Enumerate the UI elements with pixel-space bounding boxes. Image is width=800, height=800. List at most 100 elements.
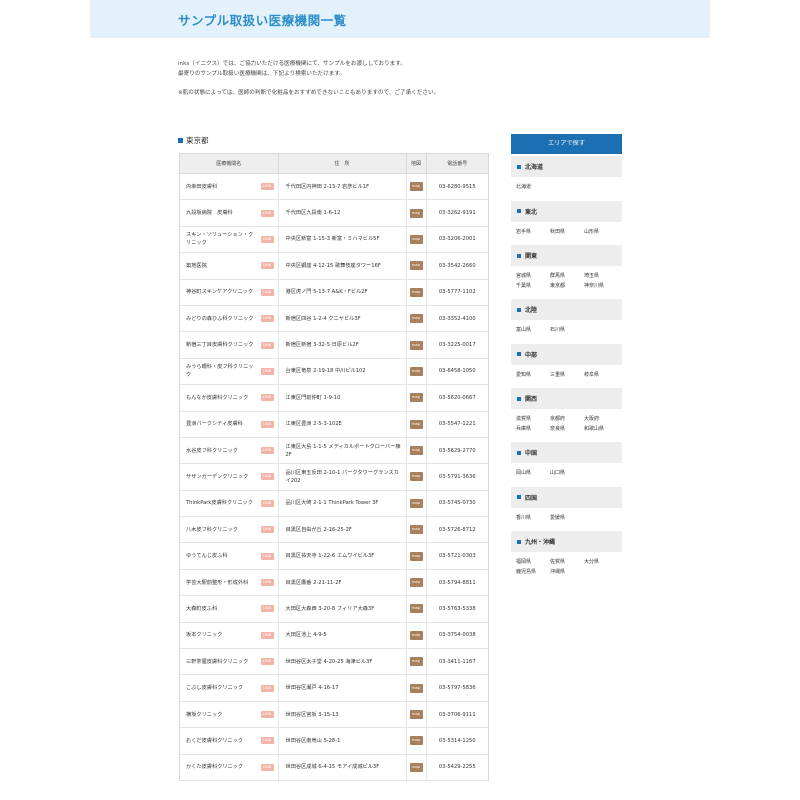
link-button[interactable]: LINK <box>260 394 274 402</box>
map-button[interactable]: map <box>409 736 423 746</box>
map-button[interactable]: map <box>409 366 423 376</box>
link-button[interactable]: LINK <box>260 288 274 296</box>
clinic-name-cell: 豊洲パークシティ皮膚科 LINK <box>180 411 278 438</box>
table-row: 新宿三丁目皮膚科クリニック LINK 新宿区新宿 3-32-5 日原ビル2F map 0… <box>180 331 488 359</box>
link-button[interactable]: LINK <box>260 367 274 375</box>
square-bullet-icon <box>517 164 521 169</box>
link-button[interactable]: LINK <box>260 658 274 666</box>
link-button[interactable]: LINK <box>260 711 274 718</box>
prefecture-link[interactable]: 神奈川県 <box>584 282 618 292</box>
prefecture-link[interactable]: 石川県 <box>550 326 584 336</box>
prefecture-link[interactable]: 佐賀県 <box>550 558 584 568</box>
table-row: スキン・ソリューション・クリニック LINK 中央区新富 1-15-3 新富・ミハマ… <box>180 226 488 254</box>
area-panel: エリアで探す 北海道 北海道 東北 岩手県 秋田県 山形県 関東 宮城県 群馬県 埼玉県 千葉県 東京… <box>511 134 622 583</box>
prefecture-link[interactable]: 群馬県 <box>550 272 584 282</box>
prefecture-link[interactable]: 宮城県 <box>516 272 550 282</box>
prefecture-link[interactable]: 滋賀県 <box>516 415 550 425</box>
prefecture-link[interactable]: 岡山県 <box>516 469 550 479</box>
prefecture-link[interactable]: 岩手県 <box>516 228 550 238</box>
clinic-name: ThinkPark皮膚科クリニック <box>186 500 253 507</box>
clinic-name-cell: こぶし皮膚科クリニック LINK <box>180 674 278 702</box>
map-button[interactable]: map <box>409 287 423 297</box>
map-cell: map <box>405 384 426 412</box>
prefecture-link[interactable]: 福岡県 <box>516 558 550 568</box>
prefecture-link[interactable]: 奈良県 <box>550 425 584 435</box>
table-header-row: 医療機関名 住 所 地図 電話番号 <box>180 153 488 174</box>
map-button[interactable]: map <box>409 446 423 456</box>
section-title-label: 東京都 <box>186 136 209 145</box>
prefecture-link[interactable]: 愛知県 <box>516 371 550 381</box>
intro-text: inks（イニクス）では、ご協力いただける医療機関にて、サンプルをお渡ししており… <box>178 60 439 99</box>
map-button[interactable]: map <box>409 314 423 324</box>
link-button[interactable]: LINK <box>260 262 274 270</box>
map-button[interactable]: map <box>409 630 423 640</box>
link-button[interactable]: LINK <box>260 737 274 745</box>
prefecture-link[interactable]: 埼玉県 <box>584 272 618 282</box>
table-row: 神谷町スキンケアクリニック LINK 港区虎ノ門 5-13-7 A&K・Fビル2F m… <box>180 279 488 306</box>
prefecture-link[interactable]: 東京都 <box>550 282 584 292</box>
link-button[interactable]: LINK <box>260 631 274 639</box>
link-button[interactable]: LINK <box>260 579 274 587</box>
prefecture-link[interactable]: 富山県 <box>516 326 550 336</box>
clinic-address: 千代田区内神田 2-13-7 岩彦ビル1F <box>277 173 406 201</box>
prefecture-link[interactable]: 兵庫県 <box>516 425 550 435</box>
map-button[interactable]: map <box>409 683 423 693</box>
prefecture-link[interactable]: 山形県 <box>584 228 618 238</box>
prefecture-link[interactable]: 北海道 <box>516 183 550 193</box>
region-label: 関東 <box>525 253 538 260</box>
link-button[interactable]: LINK <box>260 183 274 191</box>
map-button[interactable]: map <box>409 762 423 772</box>
clinic-name-cell: 坂本クリニック LINK <box>180 622 278 650</box>
prefecture-list: 滋賀県 京都府 大阪府兵庫県 奈良県 和歌山県 <box>511 409 622 440</box>
clinic-name-cell: ゆうてんじ皮ふ科 LINK <box>180 542 278 570</box>
prefecture-link[interactable]: 大分県 <box>584 558 618 568</box>
link-button[interactable]: LINK <box>260 209 274 217</box>
clinic-name-cell: 水谷皮フ科クリニック LINK <box>180 437 278 465</box>
map-button[interactable]: map <box>409 604 423 614</box>
map-button[interactable]: map <box>409 393 423 403</box>
link-button[interactable]: LINK <box>260 473 274 481</box>
prefecture-link[interactable]: 鹿児島県 <box>516 568 550 578</box>
prefecture-link[interactable]: 山口県 <box>550 469 584 479</box>
map-button[interactable]: map <box>409 578 423 588</box>
link-button[interactable]: LINK <box>260 526 274 534</box>
prefecture-link[interactable]: 大阪府 <box>584 415 618 425</box>
prefecture-link[interactable]: 京都府 <box>550 415 584 425</box>
map-button[interactable]: map <box>409 710 423 719</box>
clinic-tel: 03-5547-1221 <box>425 411 488 438</box>
map-button[interactable]: map <box>409 657 423 667</box>
map-button[interactable]: map <box>409 261 423 271</box>
prefecture-link[interactable]: 沖縄県 <box>550 568 584 578</box>
link-button[interactable]: LINK <box>260 499 274 507</box>
map-button[interactable]: map <box>409 551 423 561</box>
clinic-name-cell: 八木皮フ科クリニック LINK <box>180 516 278 544</box>
link-button[interactable]: LINK <box>260 315 274 323</box>
map-button[interactable]: map <box>409 182 423 192</box>
link-button[interactable]: LINK <box>260 235 274 243</box>
map-button[interactable]: map <box>409 525 423 535</box>
link-button[interactable]: LINK <box>260 763 274 771</box>
map-cell: map <box>405 542 426 570</box>
map-button[interactable]: map <box>409 208 423 218</box>
link-button[interactable]: LINK <box>260 447 274 455</box>
prefecture-link[interactable]: 岐阜県 <box>584 371 618 381</box>
prefecture-link[interactable]: 秋田県 <box>550 228 584 238</box>
link-button[interactable]: LINK <box>260 420 274 428</box>
map-button[interactable]: map <box>409 419 423 429</box>
link-button[interactable]: LINK <box>260 341 274 349</box>
clinic-name-cell: 新宿三丁目皮膚科クリニック LINK <box>180 331 278 359</box>
prefecture-link[interactable]: 香川県 <box>516 514 550 524</box>
link-button[interactable]: LINK <box>260 605 274 613</box>
link-button[interactable]: LINK <box>260 684 274 692</box>
prefecture-list: 岡山県 山口県 <box>511 463 622 485</box>
prefecture-link[interactable]: 千葉県 <box>516 282 550 292</box>
map-button[interactable]: map <box>409 472 423 482</box>
clinic-name: おくだ皮膚科クリニック <box>186 737 244 744</box>
map-button[interactable]: map <box>409 234 423 244</box>
prefecture-link[interactable]: 和歌山県 <box>584 425 618 435</box>
map-button[interactable]: map <box>409 498 423 508</box>
link-button[interactable]: LINK <box>260 552 274 560</box>
prefecture-link[interactable]: 愛媛県 <box>550 514 584 524</box>
prefecture-link[interactable]: 三重県 <box>550 371 584 381</box>
map-button[interactable]: map <box>409 340 423 350</box>
